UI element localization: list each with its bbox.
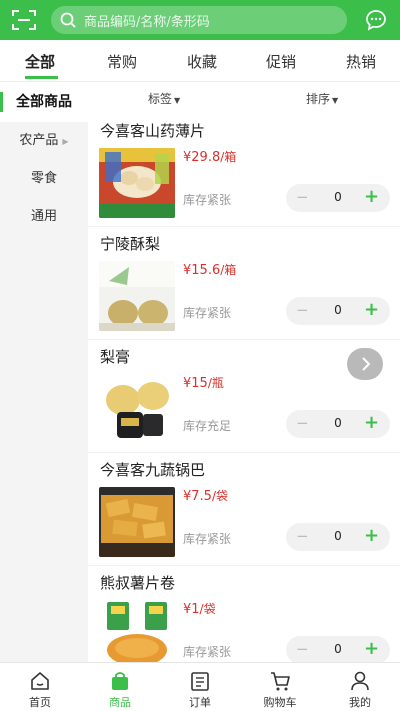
- bag-icon: [112, 672, 128, 690]
- chevron-right-icon: [362, 357, 371, 371]
- user-icon: [351, 671, 369, 691]
- product-image[interactable]: [99, 374, 175, 444]
- quantity-stepper: − 0 +: [286, 636, 390, 662]
- nav-label: 首页: [29, 696, 51, 709]
- product-name: 今喜客九蔬锅巴: [100, 461, 206, 479]
- product-price: ¥7.5/袋: [183, 489, 228, 504]
- sort-filter[interactable]: 排序 ▼: [306, 90, 338, 107]
- sidebar-item-snacks[interactable]: 零食: [0, 160, 88, 198]
- quantity-stepper: − 0 +: [286, 410, 390, 438]
- nav-label: 商品: [109, 696, 131, 709]
- sort-filter-label: 排序: [306, 92, 331, 106]
- bottom-nav: 首页 商品 订单 购物车 我的: [0, 662, 400, 711]
- quantity-value[interactable]: 0: [330, 529, 346, 543]
- minus-button[interactable]: −: [296, 640, 309, 658]
- product-item[interactable]: 今喜客九蔬锅巴 ¥7.5/袋 库存紧张 − 0 +: [88, 453, 400, 566]
- search-placeholder: 商品编码/名称/条形码: [84, 15, 210, 30]
- minus-button[interactable]: −: [296, 527, 309, 545]
- product-image[interactable]: [99, 148, 175, 218]
- plus-button[interactable]: +: [364, 186, 379, 207]
- caret-down-icon: ▼: [174, 96, 181, 105]
- tab-favorites[interactable]: 收藏: [187, 51, 217, 72]
- sidebar-item-label: 零食: [30, 171, 57, 186]
- plus-button[interactable]: +: [364, 638, 379, 659]
- nav-profile[interactable]: 我的: [320, 663, 400, 711]
- product-name: 宁陵酥梨: [100, 235, 161, 253]
- search-input[interactable]: 商品编码/名称/条形码: [51, 6, 347, 34]
- sidebar-item-label: 农产品: [19, 133, 59, 148]
- plus-button[interactable]: +: [364, 299, 379, 320]
- tab-active-indicator: [25, 76, 58, 79]
- quantity-stepper: − 0 +: [286, 297, 390, 325]
- message-icon[interactable]: [365, 9, 387, 31]
- quantity-value[interactable]: 0: [330, 303, 346, 317]
- sidebar-item-all[interactable]: 全部商品: [0, 82, 88, 122]
- nav-label: 购物车: [263, 696, 297, 709]
- stock-status: 库存紧张: [183, 532, 232, 546]
- sidebar-item-general[interactable]: 通用: [0, 198, 88, 236]
- nav-cart[interactable]: 购物车: [240, 663, 320, 711]
- tab-frequent[interactable]: 常购: [107, 51, 137, 72]
- minus-button[interactable]: −: [296, 188, 309, 206]
- plus-button[interactable]: +: [364, 412, 379, 433]
- tab-promotion[interactable]: 促销: [266, 51, 296, 72]
- category-tabs: 全部 常购 收藏 促销 热销: [0, 40, 400, 82]
- product-image[interactable]: [99, 261, 175, 331]
- product-item[interactable]: 宁陵酥梨 ¥15.6/箱 库存紧张 − 0 +: [88, 227, 400, 340]
- search-icon: [60, 12, 76, 28]
- minus-button[interactable]: −: [296, 414, 309, 432]
- product-item[interactable]: 熊叔薯片卷 ¥1/袋 库存紧张 − 0 +: [88, 566, 400, 662]
- sidebar-item-agri[interactable]: 农产品 ▶: [0, 122, 88, 160]
- tab-hot[interactable]: 热销: [346, 51, 376, 72]
- scan-icon[interactable]: [11, 8, 37, 32]
- product-price: ¥1/袋: [183, 602, 216, 617]
- nav-label: 我的: [349, 696, 371, 709]
- plus-button[interactable]: +: [364, 525, 379, 546]
- quantity-value[interactable]: 0: [330, 190, 346, 204]
- nav-home[interactable]: 首页: [0, 663, 80, 711]
- tab-all[interactable]: 全部: [25, 51, 55, 72]
- tag-filter-label: 标签: [148, 92, 173, 106]
- stock-status: 库存紧张: [183, 306, 232, 320]
- nav-products[interactable]: 商品: [80, 663, 160, 711]
- sidebar-active-indicator: [0, 92, 3, 112]
- product-name: 今喜客山药薄片: [100, 122, 206, 140]
- stock-status: 库存紧张: [183, 645, 232, 659]
- cart-icon: [271, 672, 290, 691]
- product-item[interactable]: 今喜客山药薄片 ¥29.8/箱 库存紧张 − 0 +: [88, 114, 400, 227]
- tag-filter[interactable]: 标签 ▼: [148, 90, 180, 107]
- stock-status: 库存充足: [183, 419, 232, 433]
- nav-label: 订单: [189, 696, 211, 709]
- stock-status: 库存紧张: [183, 193, 232, 207]
- product-price: ¥15.6/箱: [183, 263, 237, 278]
- chevron-right-icon: ▶: [62, 137, 69, 146]
- order-icon: [191, 672, 209, 691]
- floating-next-button[interactable]: [347, 348, 383, 380]
- caret-down-icon: ▼: [332, 96, 339, 105]
- quantity-value[interactable]: 0: [330, 642, 346, 656]
- product-name: 梨膏: [100, 348, 131, 366]
- sidebar-item-label: 全部商品: [16, 94, 72, 110]
- top-bar: 商品编码/名称/条形码: [0, 0, 400, 40]
- product-price: ¥29.8/箱: [183, 150, 237, 165]
- quantity-value[interactable]: 0: [330, 416, 346, 430]
- product-image[interactable]: [99, 487, 175, 557]
- product-list: 今喜客山药薄片 ¥29.8/箱 库存紧张 − 0 + 宁陵酥梨 ¥15.6/箱 …: [88, 114, 400, 662]
- quantity-stepper: − 0 +: [286, 523, 390, 551]
- filter-bar: 标签 ▼ 排序 ▼: [88, 82, 400, 114]
- home-icon: [31, 672, 49, 690]
- quantity-stepper: − 0 +: [286, 184, 390, 212]
- sidebar-item-label: 通用: [30, 209, 57, 224]
- nav-orders[interactable]: 订单: [160, 663, 240, 711]
- product-image[interactable]: [99, 600, 175, 662]
- product-price: ¥15/瓶: [183, 376, 224, 391]
- product-name: 熊叔薯片卷: [100, 574, 176, 592]
- category-sidebar: 全部商品 农产品 ▶ 零食 通用: [0, 82, 88, 662]
- minus-button[interactable]: −: [296, 301, 309, 319]
